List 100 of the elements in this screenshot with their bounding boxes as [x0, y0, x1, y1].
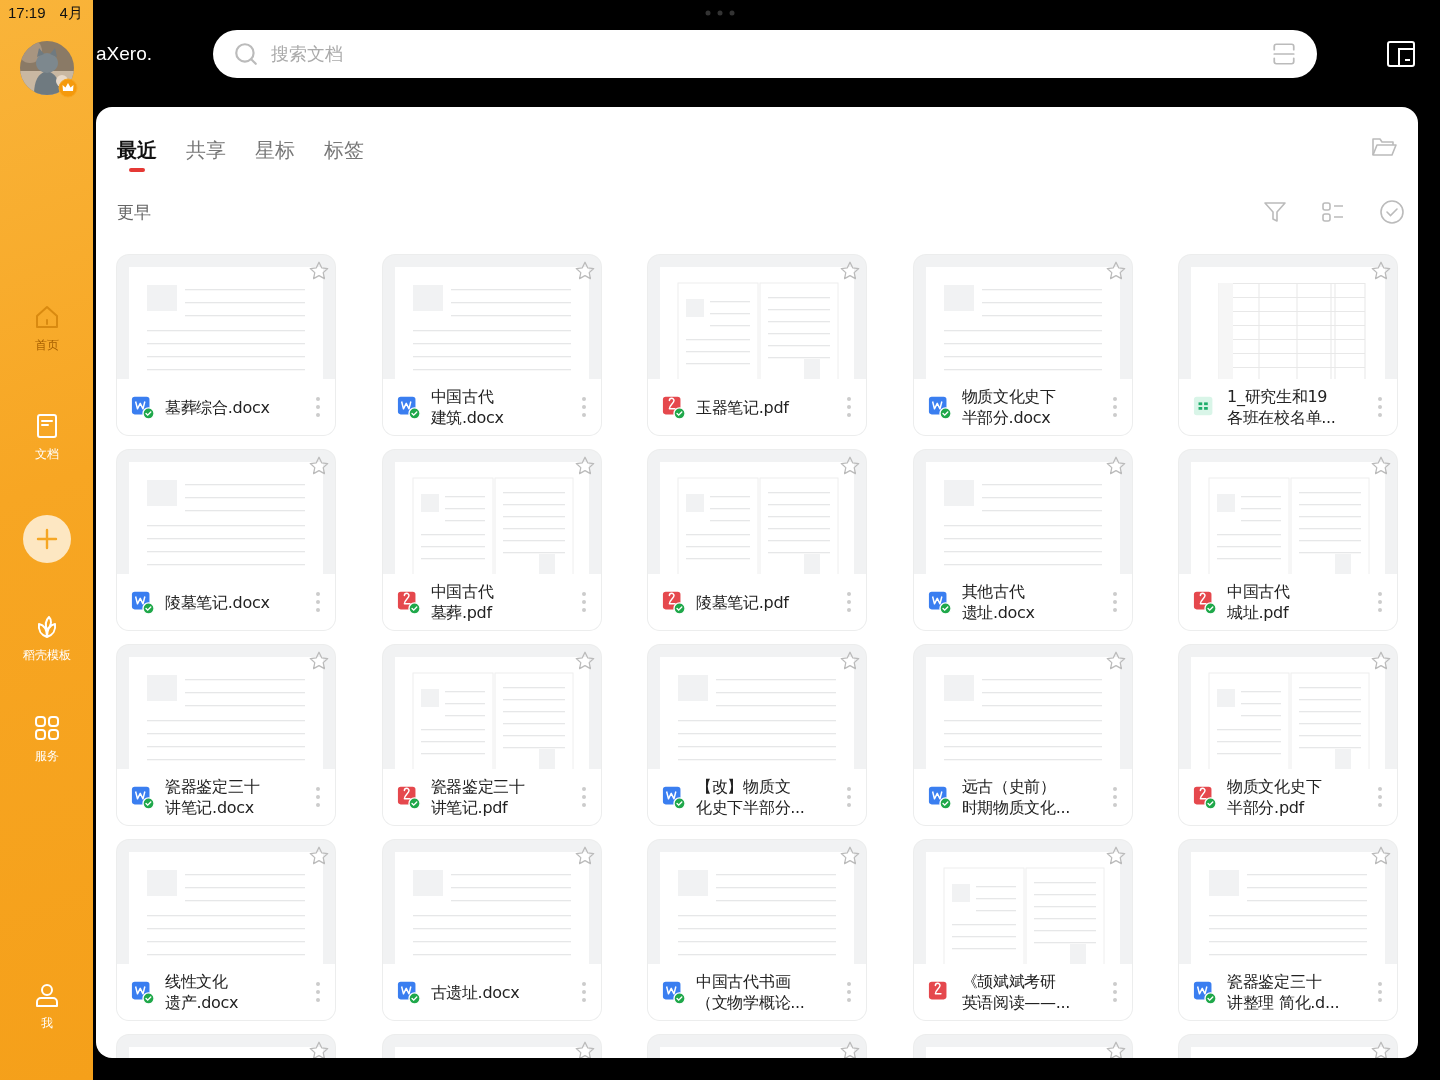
file-card[interactable]: 中国古代 墓葬.pdf — [382, 450, 601, 630]
file-card[interactable]: 墓葬综合.docx — [117, 255, 335, 435]
star-icon[interactable] — [1370, 260, 1392, 282]
more-icon[interactable] — [580, 981, 587, 1003]
file-name: 【改】物质文 化史下半部分... — [696, 776, 806, 818]
file-card[interactable]: 远古（史前） 时期物质文化... — [913, 645, 1132, 825]
file-name: 古遗址.docx — [430, 981, 521, 1003]
file-card[interactable]: 陵墓笔记.pdf — [648, 450, 866, 630]
folder-icon[interactable] — [1371, 136, 1397, 158]
more-icon[interactable] — [1111, 786, 1118, 808]
file-name: 瓷器鉴定三十 讲整理 简化.d... — [1227, 971, 1341, 1013]
more-icon[interactable] — [315, 786, 321, 808]
search-icon — [233, 40, 259, 67]
tab[interactable]: 星标 — [255, 122, 295, 172]
more-icon[interactable] — [1377, 396, 1383, 418]
file-name: 瓷器鉴定三十 讲笔记.docx — [165, 776, 261, 818]
section-heading: 更早 — [117, 200, 151, 224]
star-icon[interactable] — [1104, 260, 1127, 282]
star-icon[interactable] — [573, 455, 596, 477]
file-card[interactable]: 玉器笔记.pdf — [648, 255, 866, 435]
file-card[interactable]: 瓷器鉴定三十 讲笔记.pdf — [382, 645, 601, 825]
file-name: 远古（史前） 时期物质文化... — [961, 776, 1072, 818]
star-icon[interactable] — [1370, 650, 1392, 672]
tab[interactable]: 共享 — [186, 122, 226, 172]
file-card[interactable]: 陵墓笔记.docx — [117, 450, 335, 630]
more-icon[interactable] — [1377, 786, 1383, 808]
user-name: aXero. — [96, 42, 153, 65]
star-icon[interactable] — [573, 845, 596, 867]
window-icon[interactable] — [1387, 40, 1415, 67]
star-icon[interactable] — [573, 650, 596, 672]
more-icon[interactable] — [1377, 981, 1383, 1003]
add-button[interactable] — [22, 515, 71, 563]
tab[interactable]: 标签 — [324, 122, 364, 172]
file-card[interactable]: 【改】物质文 化史下半部分... — [648, 645, 866, 825]
star-icon[interactable] — [1370, 1040, 1392, 1058]
multitask-dots-icon[interactable] — [705, 10, 735, 16]
file-card[interactable]: 中国古代 建筑.docx — [382, 255, 601, 435]
more-icon[interactable] — [580, 591, 587, 613]
file-name: 其他古代 遗址.docx — [961, 581, 1036, 623]
star-icon[interactable] — [573, 1040, 596, 1058]
file-card[interactable]: 其他古代 遗址.docx — [913, 450, 1132, 630]
select-check-icon[interactable] — [1379, 199, 1405, 225]
filter-icon[interactable] — [1263, 200, 1287, 224]
star-icon[interactable] — [1370, 455, 1392, 477]
grid-icon — [32, 714, 61, 742]
file-card[interactable]: 物质文化史下 半部分.docx — [913, 255, 1132, 435]
star-icon[interactable] — [839, 650, 861, 672]
file-name: 瓷器鉴定三十 讲笔记.pdf — [430, 776, 526, 818]
plus-icon — [34, 527, 59, 551]
file-card[interactable]: 瓷器鉴定三十 讲整理 简化.d... — [1179, 840, 1397, 1020]
star-icon[interactable] — [839, 260, 861, 282]
file-name: 线性文化 遗产.docx — [165, 971, 240, 1013]
more-icon[interactable] — [580, 396, 587, 418]
star-icon[interactable] — [1104, 650, 1127, 672]
star-icon[interactable] — [839, 845, 861, 867]
star-icon[interactable] — [1370, 845, 1392, 867]
tab[interactable]: 最近 — [117, 122, 157, 172]
star-icon[interactable] — [308, 650, 330, 672]
file-name: 《颉斌斌考研 英语阅读——... — [961, 971, 1072, 1013]
file-card[interactable]: 物质文化史下 半部分.pdf — [1179, 645, 1397, 825]
more-icon[interactable] — [1377, 591, 1383, 613]
file-card[interactable]: 线性文化 遗产.docx — [117, 840, 335, 1020]
more-icon[interactable] — [846, 396, 852, 418]
more-icon[interactable] — [315, 396, 321, 418]
file-name: 陵墓笔记.docx — [165, 591, 271, 613]
star-icon[interactable] — [573, 260, 596, 282]
more-icon[interactable] — [1111, 396, 1118, 418]
star-icon[interactable] — [1104, 845, 1127, 867]
file-card[interactable]: 瓷器鉴定三十 讲笔记.docx — [117, 645, 335, 825]
file-name: 物质文化史下 半部分.pdf — [1227, 776, 1323, 818]
more-icon[interactable] — [315, 981, 321, 1003]
more-icon[interactable] — [315, 591, 321, 613]
more-icon[interactable] — [1111, 981, 1118, 1003]
more-icon[interactable] — [580, 786, 587, 808]
more-icon[interactable] — [846, 786, 852, 808]
file-name: 1_研究生和19 各班在校名单... — [1227, 386, 1337, 428]
file-card[interactable]: 1_研究生和19 各班在校名单... — [1179, 255, 1397, 435]
star-icon[interactable] — [1104, 455, 1127, 477]
file-card[interactable]: 中国古代 城址.pdf — [1179, 450, 1397, 630]
star-icon[interactable] — [308, 1040, 330, 1058]
search-field[interactable]: 搜索文档 — [213, 29, 1317, 78]
file-name: 物质文化史下 半部分.docx — [961, 386, 1057, 428]
star-icon[interactable] — [308, 260, 330, 282]
scan-icon[interactable] — [1271, 40, 1297, 67]
file-name: 陵墓笔记.pdf — [696, 591, 791, 613]
file-name: 中国古代书画 （文物学概论... — [696, 971, 806, 1013]
star-icon[interactable] — [839, 455, 861, 477]
file-name: 中国古代 墓葬.pdf — [430, 581, 495, 623]
file-card[interactable]: 《颉斌斌考研 英语阅读——... — [913, 840, 1132, 1020]
file-name: 中国古代 城址.pdf — [1227, 581, 1291, 623]
star-icon[interactable] — [308, 455, 330, 477]
more-icon[interactable] — [846, 591, 852, 613]
star-icon[interactable] — [308, 845, 330, 867]
file-card[interactable]: 古遗址.docx — [382, 840, 601, 1020]
star-icon[interactable] — [839, 1040, 861, 1058]
file-card[interactable]: 中国古代书画 （文物学概论... — [648, 840, 866, 1020]
star-icon[interactable] — [1104, 1040, 1127, 1058]
more-icon[interactable] — [846, 981, 852, 1003]
more-icon[interactable] — [1111, 591, 1118, 613]
list-view-icon[interactable] — [1321, 200, 1345, 224]
